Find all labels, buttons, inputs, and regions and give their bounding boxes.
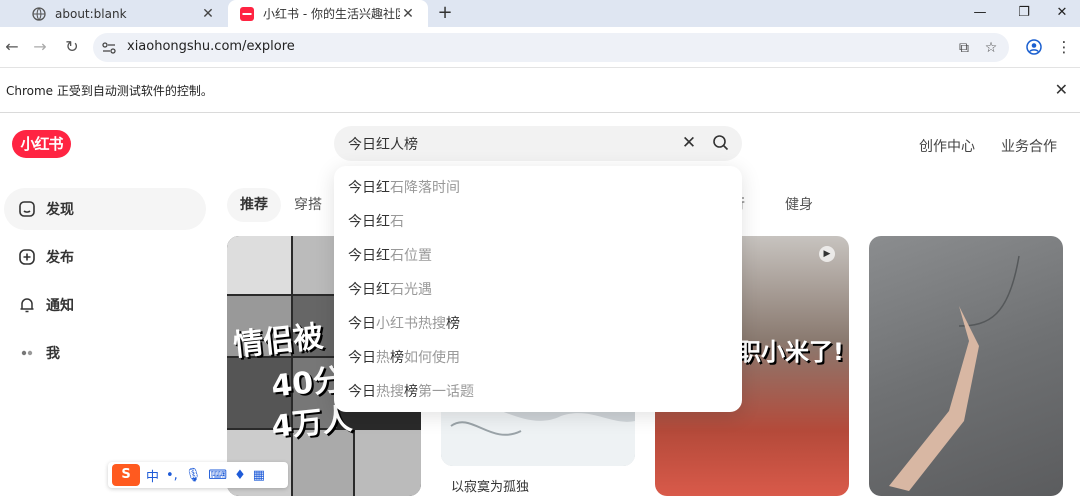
feed-card[interactable] bbox=[869, 236, 1063, 496]
bell-icon bbox=[18, 296, 36, 314]
xiaohongshu-favicon-icon bbox=[240, 6, 254, 21]
sidebar: 发现 发布 通知 我 bbox=[4, 188, 206, 380]
sogou-logo-icon[interactable]: S bbox=[112, 464, 140, 486]
ime-toolbar: S 中 •, 🎙 ⌨ ♦ ▦ bbox=[108, 462, 288, 488]
bookmark-star-icon[interactable]: ☆ bbox=[982, 39, 1000, 57]
tab-about-blank[interactable]: about:blank ✕ bbox=[20, 0, 228, 27]
keyboard-icon[interactable]: ⌨ bbox=[208, 468, 227, 483]
infobar-message: Chrome 正受到自动测试软件的控制。 bbox=[6, 84, 213, 98]
tab-title: 小红书 - 你的生活兴趣社区 bbox=[263, 7, 400, 21]
card-image bbox=[889, 255, 1020, 491]
tab-title: about:blank bbox=[55, 6, 127, 21]
skin-icon[interactable]: ♦ bbox=[234, 468, 246, 483]
video-play-icon: ▶ bbox=[819, 246, 835, 262]
sidebar-item-notifications[interactable]: 通知 bbox=[4, 284, 206, 326]
sidebar-item-label: 发现 bbox=[46, 202, 74, 218]
address-bar[interactable]: xiaohongshu.com/explore ⧉ ☆ bbox=[93, 33, 1009, 62]
forward-icon[interactable]: → bbox=[28, 35, 52, 59]
creator-center-link[interactable]: 创作中心 bbox=[919, 136, 975, 156]
suggestion-item[interactable]: 今日热搜榜第一话题 bbox=[334, 375, 742, 409]
clear-search-icon[interactable]: ✕ bbox=[679, 133, 699, 153]
microphone-icon[interactable]: 🎙 bbox=[185, 468, 202, 483]
new-tab-button[interactable]: + bbox=[434, 2, 456, 24]
sidebar-item-label: 发布 bbox=[46, 250, 74, 266]
minimize-icon[interactable]: — bbox=[962, 0, 998, 27]
suggestion-item[interactable]: 今日红石光遇 bbox=[334, 273, 742, 307]
url-text: xiaohongshu.com/explore bbox=[127, 39, 295, 54]
sidebar-item-discover[interactable]: 发现 bbox=[4, 188, 206, 230]
channel-recommend[interactable]: 推荐 bbox=[227, 188, 281, 222]
sidebar-item-publish[interactable]: 发布 bbox=[4, 236, 206, 278]
suggestion-item[interactable]: 今日红石降落时间 bbox=[334, 171, 742, 205]
home-icon bbox=[18, 200, 36, 218]
restore-icon[interactable]: ❐ bbox=[1006, 0, 1042, 27]
channel-fitness[interactable]: 健身 bbox=[772, 188, 826, 222]
back-icon[interactable]: ← bbox=[0, 35, 24, 59]
window-close-icon[interactable]: ✕ bbox=[1044, 0, 1080, 27]
suggestion-item[interactable]: 今日小红书热搜榜 bbox=[334, 307, 742, 341]
search-icon[interactable] bbox=[712, 134, 732, 154]
ime-punctuation-toggle[interactable]: •, bbox=[166, 468, 178, 483]
profile-icon[interactable] bbox=[1023, 36, 1045, 58]
browser-tabstrip: about:blank ✕ 小红书 - 你的生活兴趣社区 ✕ + — ❐ ✕ bbox=[0, 0, 1080, 27]
tab-xiaohongshu[interactable]: 小红书 - 你的生活兴趣社区 ✕ bbox=[228, 0, 428, 27]
sidebar-item-me[interactable]: 我 bbox=[4, 332, 206, 374]
suggestion-item[interactable]: 今日红石 bbox=[334, 205, 742, 239]
site-info-icon[interactable] bbox=[101, 40, 117, 56]
globe-icon bbox=[32, 6, 46, 21]
site-logo[interactable]: 小红书 bbox=[12, 130, 71, 158]
card-caption: 以寂寞为孤独 bbox=[451, 480, 530, 495]
avatar-icon bbox=[18, 344, 36, 362]
automation-infobar: Chrome 正受到自动测试软件的控制。 ✕ bbox=[0, 68, 1080, 113]
reload-icon[interactable]: ↻ bbox=[60, 35, 84, 59]
search-suggestions: 今日红石降落时间 今日红石 今日红石位置 今日红石光遇 今日小红书热搜榜 今日热… bbox=[334, 166, 742, 412]
ime-language-toggle[interactable]: 中 bbox=[146, 466, 159, 485]
menu-kebab-icon[interactable]: ⋮ bbox=[1053, 36, 1075, 58]
plus-circle-icon bbox=[18, 248, 36, 266]
card-overlay-text: 职小米了! bbox=[737, 338, 844, 366]
browser-toolbar: ← → ↻ xiaohongshu.com/explore ⧉ ☆ ⋮ bbox=[0, 27, 1080, 68]
search-input[interactable] bbox=[348, 134, 668, 154]
close-infobar-icon[interactable]: ✕ bbox=[1055, 80, 1068, 99]
channel-outfit[interactable]: 穿搭 bbox=[281, 188, 335, 222]
close-tab-icon[interactable]: ✕ bbox=[200, 6, 216, 22]
search-box[interactable]: ✕ bbox=[334, 126, 742, 161]
business-link[interactable]: 业务合作 bbox=[1001, 136, 1057, 156]
sidebar-item-label: 通知 bbox=[46, 298, 74, 314]
sidebar-item-label: 我 bbox=[46, 346, 60, 362]
install-app-icon[interactable]: ⧉ bbox=[955, 39, 973, 57]
suggestion-item[interactable]: 今日热榜如何使用 bbox=[334, 341, 742, 375]
close-tab-icon[interactable]: ✕ bbox=[400, 6, 416, 22]
suggestion-item[interactable]: 今日红石位置 bbox=[334, 239, 742, 273]
toolbox-icon[interactable]: ▦ bbox=[253, 468, 265, 483]
